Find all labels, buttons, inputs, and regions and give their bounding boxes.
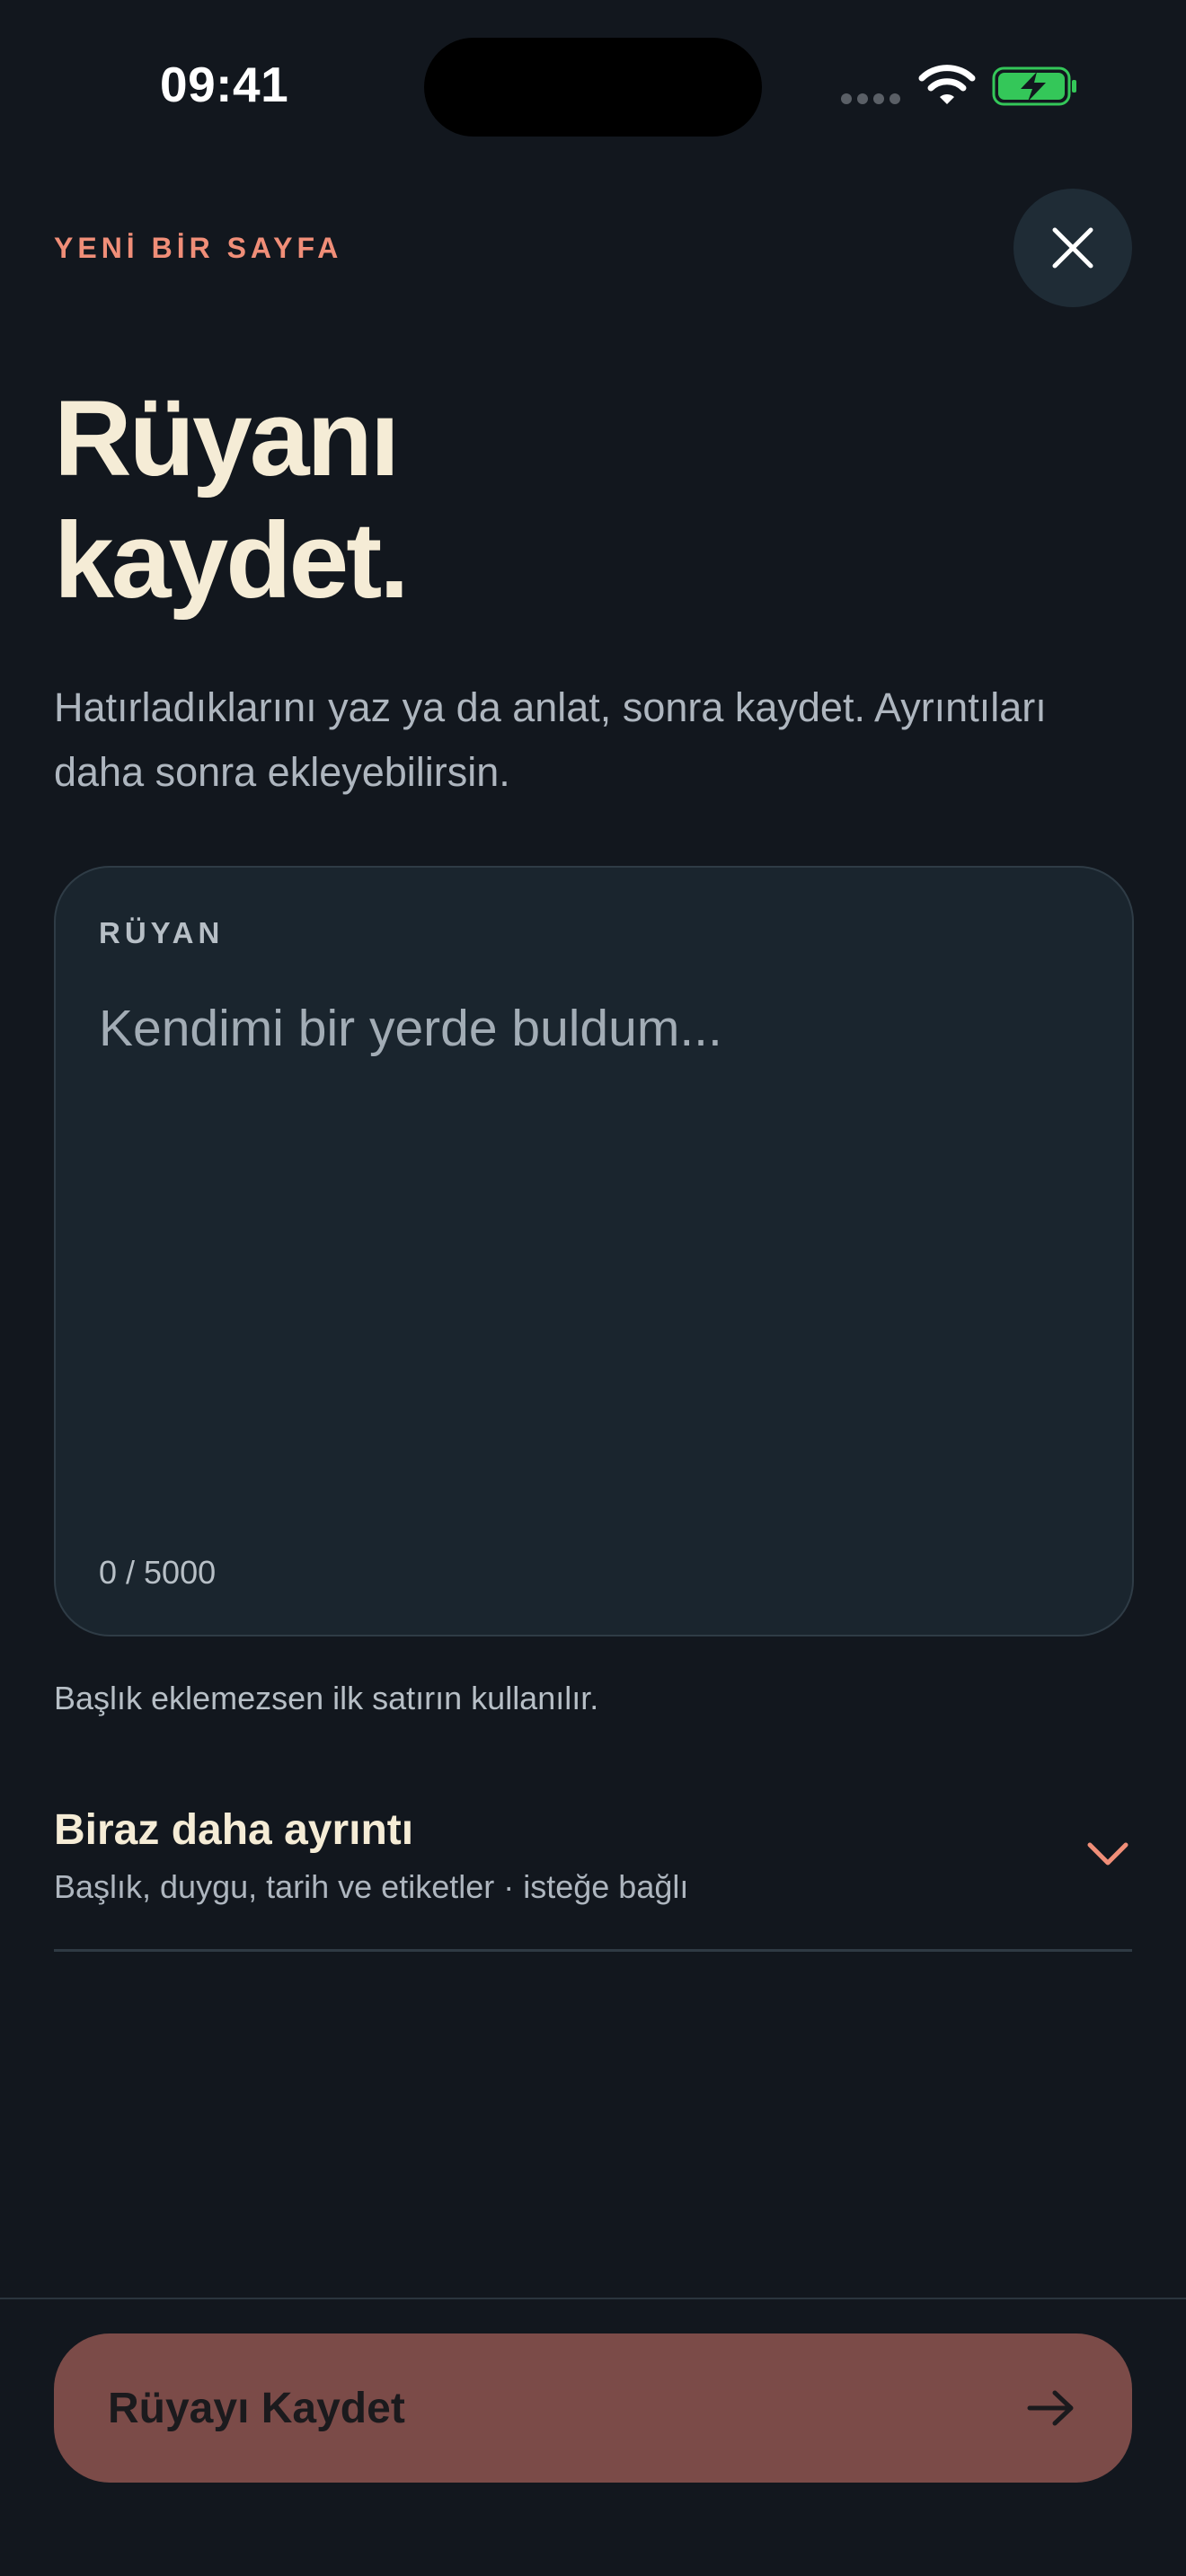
eyebrow-label: YENİ BİR SAYFA: [54, 232, 343, 264]
battery-charging-icon: [992, 66, 1076, 106]
character-counter: 0 / 5000: [99, 1554, 217, 1591]
signal-icon: [841, 93, 900, 104]
title-line-2: kaydet.: [54, 500, 410, 621]
arrow-right-icon: [1027, 2390, 1074, 2426]
status-time: 09:41: [160, 57, 289, 112]
chevron-down-icon: [1087, 1842, 1128, 1866]
dream-text-input[interactable]: [99, 988, 1087, 1527]
title-line-1: Rüyanı: [54, 378, 400, 498]
page-title: Rüyanı kaydet.: [54, 377, 410, 622]
save-dream-button[interactable]: Rüyayı Kaydet: [54, 2333, 1132, 2483]
close-button[interactable]: [1013, 189, 1132, 307]
page-subtitle: Hatırladıklarını yaz ya da anlat, sonra …: [54, 684, 1047, 795]
dynamic-island: [424, 38, 762, 137]
details-subtitle: Başlık, duygu, tarih ve etiketler · iste…: [54, 1868, 689, 1905]
dream-field-label: RÜYAN: [99, 916, 225, 949]
title-hint: Başlık eklemezsen ilk satırın kullanılır…: [54, 1680, 599, 1716]
save-button-label: Rüyayı Kaydet: [108, 2384, 405, 2432]
details-divider: [54, 1949, 1132, 1952]
close-icon: [1052, 227, 1093, 269]
details-title: Biraz daha ayrıntı: [54, 1806, 414, 1854]
wifi-icon: [918, 65, 976, 104]
footer-divider: [0, 2298, 1186, 2299]
details-expander[interactable]: Biraz daha ayrıntı Başlık, duygu, tarih …: [54, 1796, 1132, 1951]
